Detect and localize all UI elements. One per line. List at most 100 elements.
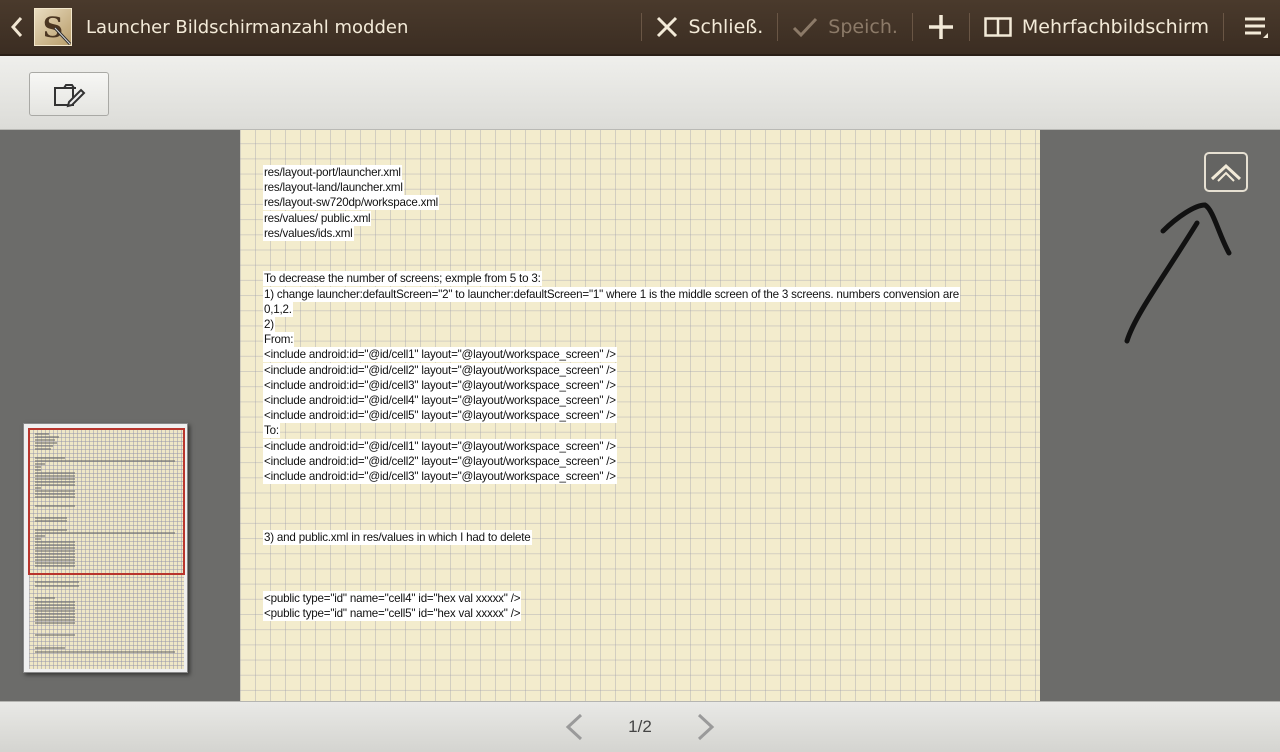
document-line-text: <include android:id="@id/cell5" layout="… — [264, 409, 616, 423]
document-line-text: <include android:id="@id/cell2" layout="… — [264, 454, 616, 468]
thumbnail-text-line — [35, 585, 79, 587]
thumbnail-text-line — [35, 604, 75, 606]
document-line: <include android:id="@id/cell1" layout="… — [264, 347, 1004, 362]
document-line-text: 0,1,2. — [264, 302, 292, 316]
multiscreen-label: Mehrfachbildschirm — [1021, 16, 1209, 38]
document-line: To decrease the number of screens; exmpl… — [264, 271, 1004, 286]
thumbnail-text-line — [35, 601, 75, 603]
multiscreen-button[interactable]: Mehrfachbildschirm — [978, 0, 1215, 55]
document-line-text: res/values/ public.xml — [264, 211, 371, 225]
separator — [968, 13, 970, 41]
document-line: <include android:id="@id/cell4" layout="… — [264, 393, 1004, 408]
edit-mode-button[interactable] — [29, 72, 109, 116]
close-label: Schließ. — [688, 16, 764, 38]
document-line-text: To decrease the number of screens; exmpl… — [264, 272, 541, 286]
document-line: <public type="id" name="cell5" id="hex v… — [264, 606, 1004, 621]
close-icon — [657, 16, 678, 38]
thumbnail-text-line — [35, 613, 75, 615]
document-line-text: <include android:id="@id/cell1" layout="… — [264, 439, 616, 453]
document-title: Launcher Bildschirmanzahl modden — [86, 16, 409, 38]
thumbnail-text-line — [35, 651, 175, 653]
document-line-text: <include android:id="@id/cell4" layout="… — [264, 394, 616, 408]
document-line: <include android:id="@id/cell3" layout="… — [264, 469, 1004, 484]
document-line: To: — [264, 423, 1004, 438]
document-line-text: From: — [264, 333, 294, 347]
thumbnail-text-line — [35, 622, 75, 624]
plus-icon — [928, 15, 953, 39]
document-line: res/values/ids.xml — [264, 226, 1004, 241]
thumbnail-text-line — [35, 647, 65, 649]
document-line-text: res/values/ids.xml — [264, 226, 353, 240]
separator — [641, 13, 643, 41]
document-line-text: 2) — [264, 318, 274, 331]
scroll-up-button[interactable] — [1204, 152, 1248, 192]
save-button[interactable]: Speich. — [786, 0, 904, 55]
save-label: Speich. — [828, 16, 898, 38]
separator — [1223, 13, 1224, 41]
document-line: res/values/ public.xml — [264, 211, 1004, 226]
document-line: 3) and public.xml in res/values in which… — [264, 530, 1004, 545]
document-line: <include android:id="@id/cell2" layout="… — [264, 454, 1004, 469]
document-line-text: 3) and public.xml in res/values in which… — [264, 530, 531, 544]
document-line-text: 1) change launcher:defaultScreen="2" to … — [264, 287, 959, 301]
document-line: <public type="id" name="cell4" id="hex v… — [264, 591, 1004, 606]
current-view-indicator — [28, 428, 185, 575]
checkmark-icon — [793, 17, 818, 38]
page-navigation-bar: 1/2 — [0, 701, 1280, 752]
thumbnail-text-line — [35, 610, 75, 612]
document-line: <include android:id="@id/cell3" layout="… — [264, 378, 1004, 393]
document-line-text: <public type="id" name="cell5" id="hex v… — [264, 606, 521, 620]
separator — [777, 13, 779, 41]
chevron-up-icon — [1210, 163, 1242, 182]
hand-drawn-arrow-annotation — [1124, 202, 1232, 344]
previous-page-icon[interactable] — [564, 713, 584, 741]
document-line-text: res/layout-port/launcher.xml — [264, 166, 401, 179]
document-page[interactable]: res/layout-port/launcher.xml res/layout-l… — [240, 130, 1040, 701]
document-line-text: To: — [264, 424, 279, 438]
edit-toolbar — [0, 56, 1280, 130]
document-line: res/layout-sw720dp/workspace.xml — [264, 195, 1004, 210]
thumbnail-text-line — [35, 581, 79, 583]
thumbnail-text-line — [35, 616, 75, 618]
document-line: <include android:id="@id/cell5" layout="… — [264, 408, 1004, 423]
add-button[interactable] — [921, 0, 961, 55]
page-thumbnail-panel[interactable] — [23, 423, 188, 673]
edit-pen-icon — [54, 84, 86, 108]
separator — [911, 13, 913, 41]
back-button[interactable] — [0, 0, 34, 55]
split-screen-icon — [984, 17, 1012, 37]
document-line: <include android:id="@id/cell1" layout="… — [264, 439, 1004, 454]
menu-icon — [1245, 17, 1268, 38]
document-line: From: — [264, 332, 1004, 347]
document-line-text: res/layout-sw720dp/workspace.xml — [264, 196, 439, 210]
thumbnail-text-line — [35, 597, 55, 599]
document-line: 2) — [264, 317, 1004, 332]
overflow-menu-button[interactable] — [1232, 0, 1280, 55]
document-line-text: res/layout-land/launcher.xml — [264, 181, 403, 195]
app-icon: S — [34, 8, 72, 46]
document-line-text: <include android:id="@id/cell2" layout="… — [264, 363, 616, 377]
document-line: 1) change launcher:defaultScreen="2" to … — [264, 287, 1004, 302]
thumbnail-text-line — [35, 634, 75, 636]
page-counter: 1/2 — [628, 717, 652, 736]
thumbnail-text-line — [35, 607, 75, 609]
document-line-text: <include android:id="@id/cell3" layout="… — [264, 378, 616, 392]
next-page-icon[interactable] — [696, 713, 716, 741]
document-line-text: <include android:id="@id/cell1" layout="… — [264, 348, 616, 362]
pen-icon — [53, 26, 72, 46]
document-line: 0,1,2. — [264, 302, 1004, 317]
close-button[interactable]: Schließ. — [650, 0, 769, 55]
